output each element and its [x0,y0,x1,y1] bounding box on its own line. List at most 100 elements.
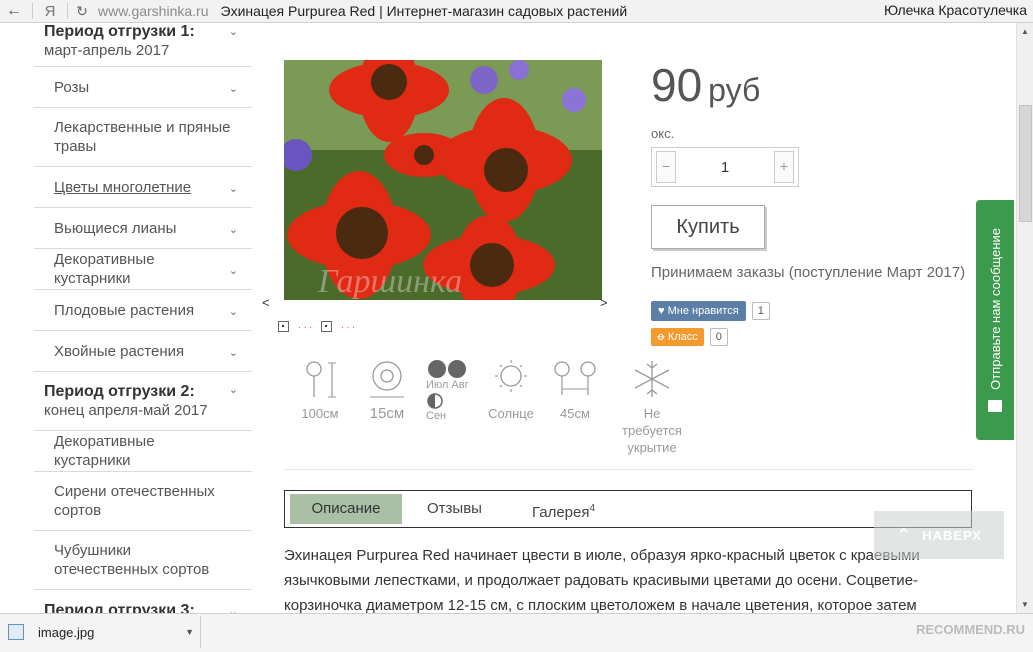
tab-description[interactable]: Описание [290,494,402,524]
yandex-icon[interactable]: Я [37,3,63,20]
refresh-icon[interactable]: ↻ [72,3,92,20]
scroll-down-icon[interactable]: ▼ [1021,600,1029,609]
sidebar-item-roses[interactable]: Розы ⌄ [34,67,252,108]
sidebar-group-2[interactable]: Период отгрузки 2: конец апреля-май 2017… [34,372,252,431]
sidebar-group-3[interactable]: Период отгрузки 3: ⌄ [34,590,252,614]
pagination-dots[interactable]: · · · [298,322,312,332]
tab-gallery[interactable]: Галерея4 [532,494,595,524]
sidebar-group-subtitle: конец апреля-май 2017 [44,402,208,419]
sidebar-group-title: Период отгрузки 3: [44,601,195,614]
plant-spacing-icon [554,361,596,395]
toolbar-divider [67,3,68,19]
vk-like-label: Мне нравится [667,305,739,317]
chevron-down-icon: ⌄ [228,306,238,318]
spec-winter-cover: Не требуется укрытие [612,359,692,456]
sidebar-item-label: Чубушники отечественных сортов [54,542,210,578]
product-photo[interactable]: Гаршинка [284,60,602,300]
plus-button[interactable]: + [774,151,794,183]
page-title: Эхинацея Purpurea Red | Интернет-магазин… [220,3,628,19]
description-line: язычковыми лепестками, и продолжает радо… [284,572,919,589]
site-watermark: RECOMMEND.RU [915,622,1025,637]
back-arrow-icon[interactable]: ← [0,2,28,20]
bloom-month-2: Сен [426,410,447,422]
ok-class-widget: ꝋ Класс 0 [651,327,728,347]
sidebar-item-vines[interactable]: Вьющиеся лианы ⌄ [34,208,252,249]
chevron-down-icon: ⌄ [228,384,238,396]
spec-cover-line2: укрытие [627,440,677,455]
chevron-down-icon: ⌄ [228,347,238,359]
gallery-count-badge: 4 [589,503,596,514]
sidebar-item-lilacs[interactable]: Сирени отечественных сортов [34,472,252,531]
spec-light-value: Солнце [488,406,534,421]
toolbar-divider [32,3,33,19]
photo-pagination: · · · · · · [278,321,355,332]
category-sidebar: Период отгрузки 1: март-апрель 2017 ⌄ Ро… [34,23,252,613]
divider [284,469,974,470]
envelope-icon [988,399,1002,412]
next-photo-arrow-icon[interactable]: > [600,295,608,310]
buy-button[interactable]: Купить [651,205,765,249]
sidebar-item-perennials[interactable]: Цветы многолетние ⌄ [34,167,252,208]
download-bar: image.jpg ▼ RECOMMEND.RU [0,613,1033,652]
sidebar-group-subtitle: март-апрель 2017 [44,42,170,59]
bloom-period-icon [428,360,466,378]
sidebar-group-title: Период отгрузки 1: [44,23,195,40]
sidebar-item-label: Сирени отечественных сортов [54,483,215,519]
page-content: Период отгрузки 1: март-апрель 2017 ⌄ Ро… [0,23,1016,613]
quantity-stepper: − + [651,147,799,187]
ok-class-label: Класс [667,331,698,343]
chevron-up-icon: ⌃ [896,524,913,545]
feedback-tab[interactable]: Отправьте нам сообщение [976,200,1014,440]
price-value: 90 [651,59,703,111]
sidebar-item-label: Плодовые растения [54,301,195,319]
plant-height-icon [306,361,336,398]
ok-class-button[interactable]: ꝋ Класс [651,328,704,346]
download-item[interactable]: image.jpg ▼ [0,616,201,648]
download-filename: image.jpg [38,624,95,640]
bloom-half-icon [427,393,443,409]
pagination-dots[interactable]: · · · [341,322,355,332]
chevron-down-icon: ⌄ [228,26,238,38]
tab-gallery-label: Галерея [531,504,590,521]
prev-photo-arrow-icon[interactable]: < [262,295,270,310]
minus-button[interactable]: − [656,151,676,183]
sidebar-item-fruit[interactable]: Плодовые растения ⌄ [34,290,252,331]
sidebar-item-herbs[interactable]: Лекарственные и пряные травы [34,108,252,167]
chevron-down-icon: ⌄ [228,265,238,277]
spec-cover-line1: Не требуется [622,406,682,438]
vk-like-button[interactable]: ♥ Мне нравится [651,301,746,321]
sidebar-item-mock-orange[interactable]: Чубушники отечественных сортов [34,531,252,590]
sidebar-group-title: Период отгрузки 2: [44,383,195,400]
address-bar-url[interactable]: www.garshinka.ru [98,3,209,19]
photo-watermark: Гаршинка [317,263,462,300]
browser-toolbar: ← Я ↻ www.garshinka.ru Эхинацея Purpurea… [0,0,1033,23]
sidebar-item-label: Декоративные кустарники [54,433,155,469]
sidebar-group-1[interactable]: Период отгрузки 1: март-апрель 2017 ⌄ [34,23,252,67]
vk-like-count: 1 [751,302,770,320]
feedback-label: Отправьте нам сообщение [987,228,1003,390]
quantity-input[interactable] [683,157,767,177]
pagination-dot[interactable] [321,321,332,332]
ok-class-count: 0 [709,328,728,346]
scroll-up-icon[interactable]: ▲ [1021,27,1029,36]
sidebar-item-label: Розы [54,78,90,96]
sidebar-item-label: Хвойные растения [54,342,185,360]
spec-light: Солнце [486,359,536,422]
tab-reviews[interactable]: Отзывы [427,494,482,524]
spec-flower-size: 15см [362,359,412,422]
flower-size-icon [370,361,404,398]
vk-like-widget: ♥ Мне нравится 1 [651,301,770,321]
sidebar-item-shrubs-2[interactable]: Декоративные кустарники [34,431,252,472]
back-to-top-button[interactable]: ⌃ НАВЕРХ [874,511,1004,559]
chevron-down-icon[interactable]: ▼ [185,627,194,637]
user-name[interactable]: Юлечка Красотулечка [884,2,1027,18]
spec-height-value: 100см [301,406,339,421]
spec-spacing: 45см [548,359,602,422]
page-scrollbar[interactable]: ▲ ▼ [1016,23,1033,613]
scrollbar-thumb[interactable] [1019,105,1032,222]
pagination-dot[interactable] [278,321,289,332]
sidebar-item-conifers[interactable]: Хвойные растения ⌄ [34,331,252,372]
spec-spacing-value: 45см [560,406,590,421]
product-price: 90 руб [651,60,760,115]
sidebar-item-shrubs[interactable]: Декоративные кустарники ⌄ [34,249,252,290]
